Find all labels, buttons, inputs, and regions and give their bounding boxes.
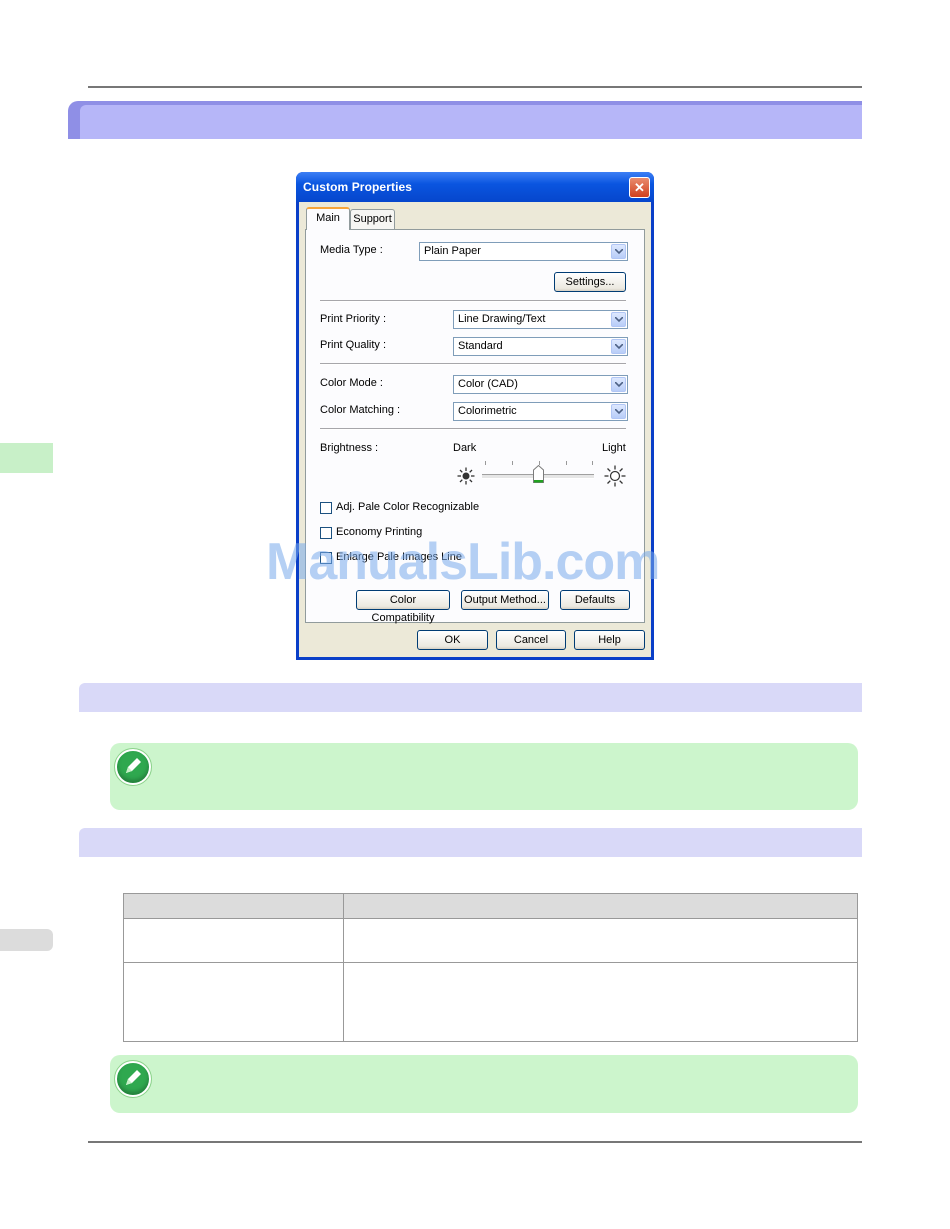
watermark: ManualsLib.com	[266, 533, 660, 591]
print-quality-value: Standard	[458, 340, 503, 352]
table-cell	[123, 962, 344, 1042]
close-button[interactable]: ✕	[629, 177, 650, 198]
dark-sun-icon	[457, 467, 475, 490]
table-header-row	[123, 893, 858, 919]
slider-tick	[512, 461, 513, 465]
section-heading-bar	[79, 683, 862, 712]
chevron-down-icon	[611, 377, 626, 392]
color-matching-value: Colorimetric	[458, 405, 517, 417]
chevron-down-icon	[611, 244, 626, 259]
color-matching-label: Color Matching :	[320, 404, 401, 416]
slider-thumb[interactable]	[533, 465, 544, 483]
adj-pale-color-checkbox[interactable]	[320, 502, 332, 514]
dialog-title: Custom Properties	[303, 180, 413, 194]
separator	[320, 428, 626, 430]
tab-main[interactable]: Main	[306, 207, 350, 230]
footer-rule	[88, 1141, 862, 1143]
settings-table	[123, 893, 858, 1042]
table-header-cell	[343, 893, 858, 919]
light-sun-icon	[604, 465, 626, 492]
color-mode-select[interactable]: Color (CAD)	[453, 375, 628, 394]
color-mode-label: Color Mode :	[320, 377, 383, 389]
output-method-button[interactable]: Output Method...	[461, 590, 549, 610]
table-header-cell	[123, 893, 344, 919]
chevron-down-icon	[611, 339, 626, 354]
table-row	[123, 962, 858, 1042]
settings-button[interactable]: Settings...	[554, 272, 626, 292]
color-compatibility-button[interactable]: Color Compatibility	[356, 590, 450, 624]
table-cell	[123, 918, 344, 963]
header-rule	[88, 86, 862, 88]
media-type-label: Media Type :	[320, 244, 383, 256]
note-box	[110, 743, 858, 810]
slider-tick	[485, 461, 486, 465]
color-matching-select[interactable]: Colorimetric	[453, 402, 628, 421]
pencil-note-icon	[114, 748, 152, 786]
print-quality-label: Print Quality :	[320, 339, 387, 351]
section-heading-bar	[79, 828, 862, 857]
separator	[320, 300, 626, 302]
table-cell	[343, 918, 858, 963]
brightness-label: Brightness :	[320, 442, 379, 454]
tab-support[interactable]: Support	[350, 209, 395, 229]
media-type-select[interactable]: Plain Paper	[419, 242, 628, 261]
print-priority-select[interactable]: Line Drawing/Text	[453, 310, 628, 329]
print-priority-label: Print Priority :	[320, 313, 387, 325]
chapter-side-tab	[0, 443, 53, 473]
brightness-slider[interactable]	[482, 461, 594, 485]
print-quality-select[interactable]: Standard	[453, 337, 628, 356]
print-priority-value: Line Drawing/Text	[458, 313, 546, 325]
brightness-dark-label: Dark	[453, 442, 477, 454]
media-type-value: Plain Paper	[424, 245, 481, 257]
table-row	[123, 918, 858, 963]
brightness-light-label: Light	[602, 442, 626, 454]
note-box	[110, 1055, 858, 1113]
defaults-button[interactable]: Defaults	[560, 590, 630, 610]
adj-pale-color-label: Adj. Pale Color Recognizable	[336, 501, 480, 513]
cancel-button[interactable]: Cancel	[496, 630, 566, 650]
slider-tick	[566, 461, 567, 465]
table-cell	[343, 962, 858, 1042]
chevron-down-icon	[611, 404, 626, 419]
chapter-title-bar-inner	[80, 105, 862, 139]
dialog-titlebar: Custom Properties ✕	[296, 172, 654, 202]
chevron-down-icon	[611, 312, 626, 327]
ok-button[interactable]: OK	[417, 630, 488, 650]
color-mode-value: Color (CAD)	[458, 378, 518, 390]
help-button[interactable]: Help	[574, 630, 645, 650]
section-side-tab	[0, 929, 53, 951]
separator	[320, 363, 626, 365]
slider-tick	[592, 461, 593, 465]
pencil-note-icon	[114, 1060, 152, 1098]
